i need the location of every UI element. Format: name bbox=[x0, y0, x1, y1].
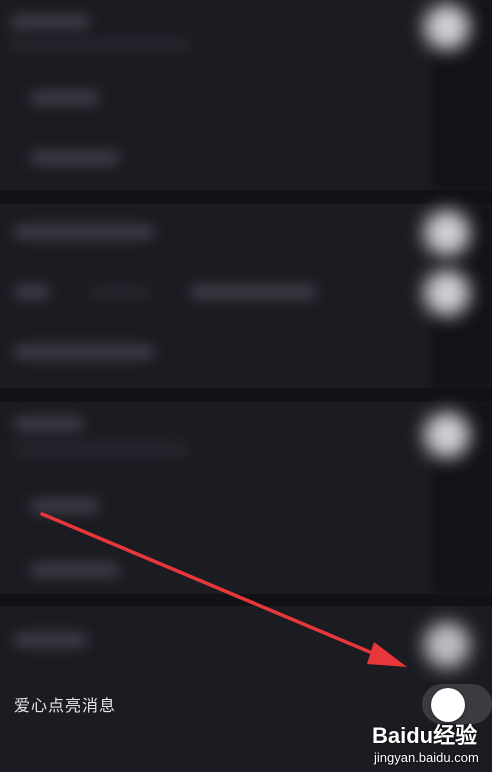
arrow-shaft bbox=[40, 512, 386, 660]
baidu-watermark: Baidu经验 jingyan.baidu.com bbox=[372, 718, 490, 770]
arrow-head-icon bbox=[367, 642, 407, 667]
annotation-arrow bbox=[40, 512, 407, 667]
watermark-url: jingyan.baidu.com bbox=[374, 750, 479, 765]
watermark-brand: Baidu经验 bbox=[372, 723, 478, 748]
